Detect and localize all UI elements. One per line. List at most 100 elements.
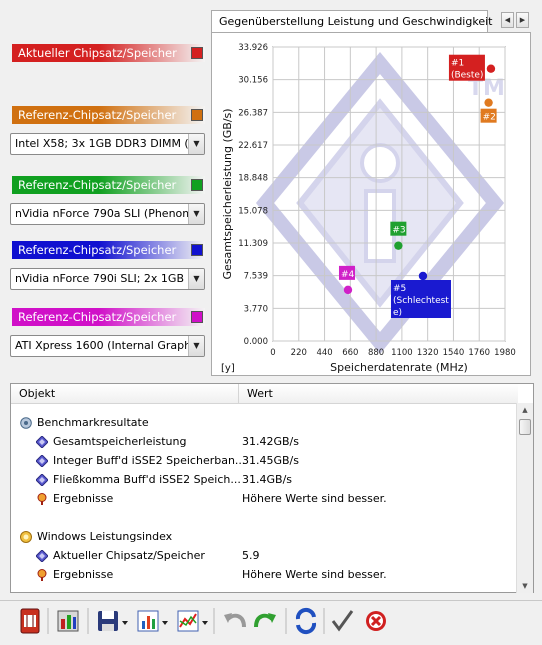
select-value: ATI Xpress 1600 (Internal Graphic bbox=[15, 339, 201, 352]
data-point-2[interactable] bbox=[484, 98, 493, 107]
legend-swatch bbox=[191, 109, 203, 121]
y-tick-label: 33.926 bbox=[238, 43, 268, 53]
table-row[interactable]: Aktueller Chipsatz/Speicher 5.9 bbox=[11, 546, 516, 565]
diamond-icon bbox=[35, 454, 49, 468]
y-tick-label: 30.156 bbox=[238, 76, 268, 86]
x-tick-label: 220 bbox=[291, 348, 307, 358]
scatter-chart: TM0.0003.7707.53911.30915.07818.84822.61… bbox=[221, 43, 516, 374]
refresh-icon[interactable] bbox=[295, 607, 317, 635]
row-object: Gesamtspeicherleistung bbox=[53, 435, 187, 448]
data-point-label: #4 bbox=[341, 270, 355, 280]
data-point-label: #3 bbox=[392, 226, 405, 236]
row-object: Ergebnisse bbox=[53, 568, 114, 581]
column-header-value[interactable]: Wert bbox=[239, 384, 518, 404]
chevron-down-icon[interactable]: ▼ bbox=[188, 336, 204, 356]
tab-performance-speed[interactable]: Gegenüberstellung Leistung und Geschwind… bbox=[211, 10, 492, 33]
column-header-object[interactable]: Objekt bbox=[11, 384, 239, 404]
data-point-1[interactable] bbox=[486, 64, 496, 73]
windows-index-icon bbox=[20, 530, 32, 543]
y-tick-label: 7.539 bbox=[244, 272, 268, 282]
result-icon bbox=[36, 492, 48, 505]
save-icon[interactable] bbox=[98, 611, 128, 631]
table-row[interactable]: Ergebnisse Höhere Werte sind besser. bbox=[11, 565, 516, 584]
chevron-down-icon[interactable]: ▼ bbox=[188, 269, 204, 289]
results-list: Objekt Wert Benchmarkresultate Gesamtspei… bbox=[10, 383, 534, 593]
row-object: Fließkomma Buff'd iSSE2 Speich... bbox=[53, 473, 241, 486]
y-unit-marker: [y] bbox=[221, 363, 235, 374]
legend-item-1: Referenz-Chipsatz/Speicher bbox=[12, 106, 205, 124]
tab-next-button[interactable]: ▶ bbox=[516, 12, 529, 28]
legend-swatch bbox=[191, 244, 203, 256]
tab-prev-button[interactable]: ◀ bbox=[501, 12, 514, 28]
data-point-5[interactable] bbox=[418, 271, 428, 281]
x-tick-label: 880 bbox=[368, 348, 384, 358]
reference-select-4[interactable]: ATI Xpress 1600 (Internal Graphic ▼ bbox=[10, 335, 205, 357]
data-point-3[interactable] bbox=[394, 241, 403, 250]
row-value: 5.9 bbox=[242, 549, 260, 562]
reference-select-2[interactable]: nVidia nForce 790a SLI (Phenom ▼ bbox=[10, 203, 205, 225]
x-tick-label: 1320 bbox=[417, 348, 439, 358]
data-point-label: (Beste) bbox=[451, 71, 484, 81]
select-value: Intel X58; 3x 1GB DDR3 DIMM (1... bbox=[15, 137, 205, 150]
scroll-thumb[interactable] bbox=[519, 419, 531, 435]
table-row[interactable]: Windows Leistungsindex bbox=[11, 527, 516, 546]
y-tick-label: 3.770 bbox=[244, 304, 268, 314]
y-tick-label: 15.078 bbox=[238, 206, 268, 216]
bottom-toolbar bbox=[0, 600, 542, 642]
legend-item-4: Referenz-Chipsatz/Speicher bbox=[12, 308, 205, 326]
row-value: Höhere Werte sind besser. bbox=[242, 492, 387, 505]
x-tick-label: 1100 bbox=[391, 348, 413, 358]
diamond-icon bbox=[35, 435, 49, 449]
reference-select-1[interactable]: Intel X58; 3x 1GB DDR3 DIMM (1... ▼ bbox=[10, 133, 205, 155]
data-point-label: #5 bbox=[393, 284, 406, 294]
table-row[interactable]: Fließkomma Buff'd iSSE2 Speich... 31.4GB/… bbox=[11, 470, 516, 489]
select-value: nVidia nForce 790a SLI (Phenom bbox=[15, 207, 193, 220]
toolbar-icons bbox=[20, 607, 386, 635]
cancel-icon[interactable] bbox=[366, 611, 386, 631]
y-tick-label: 11.309 bbox=[238, 239, 268, 249]
data-point-label: #1 bbox=[451, 59, 464, 69]
x-axis-label: Speicherdatenrate (MHz) bbox=[330, 361, 468, 374]
reference-select-3[interactable]: nVidia nForce 790i SLI; 2x 1GB DD ▼ bbox=[10, 268, 205, 290]
legend-label: Aktueller Chipsatz/Speicher bbox=[18, 46, 177, 60]
row-object: Benchmarkresultate bbox=[37, 416, 149, 429]
row-value: 31.4GB/s bbox=[242, 473, 292, 486]
benchmark-icon bbox=[20, 416, 32, 429]
redo-icon[interactable] bbox=[254, 613, 276, 628]
y-tick-label: 22.617 bbox=[238, 141, 268, 151]
legend-swatch bbox=[191, 47, 203, 59]
y-tick-label: 26.387 bbox=[238, 108, 268, 118]
chart-tabbar: Gegenüberstellung Leistung und Geschwind… bbox=[211, 10, 531, 33]
table-row[interactable]: Ergebnisse Höhere Werte sind besser. bbox=[11, 489, 516, 508]
legend-item-0: Aktueller Chipsatz/Speicher bbox=[12, 44, 205, 62]
chevron-down-icon[interactable]: ▼ bbox=[188, 204, 204, 224]
row-value: Höhere Werte sind besser. bbox=[242, 568, 387, 581]
table-row[interactable]: Benchmarkresultate bbox=[11, 413, 516, 432]
table-row[interactable]: Integer Buff'd iSSE2 Speicherban... 31.45… bbox=[11, 451, 516, 470]
y-tick-label: 0.000 bbox=[244, 337, 268, 347]
table-row[interactable]: Gesamtspeicherleistung 31.42GB/s bbox=[11, 432, 516, 451]
x-tick-label: 440 bbox=[316, 348, 332, 358]
scroll-down-icon[interactable]: ▼ bbox=[517, 579, 533, 593]
chevron-down-icon[interactable]: ▼ bbox=[188, 134, 204, 154]
data-point-4[interactable] bbox=[343, 285, 353, 295]
y-axis-label: Gesamtspeicherleistung (GB/s) bbox=[221, 108, 234, 279]
x-tick-label: 1760 bbox=[468, 348, 490, 358]
row-object: Windows Leistungsindex bbox=[37, 530, 173, 543]
x-tick-label: 1980 bbox=[494, 348, 516, 358]
chart-line-icon[interactable] bbox=[177, 610, 208, 632]
row-value: 31.45GB/s bbox=[242, 454, 299, 467]
ok-icon[interactable] bbox=[331, 610, 354, 632]
x-tick-label: 1540 bbox=[443, 348, 465, 358]
undo-icon[interactable] bbox=[224, 613, 246, 628]
row-value: 31.42GB/s bbox=[242, 435, 299, 448]
legend-item-3: Referenz-Chipsatz/Speicher bbox=[12, 241, 205, 259]
compare-icon[interactable] bbox=[57, 610, 79, 632]
chart-bar-icon[interactable] bbox=[137, 610, 168, 632]
vertical-scrollbar[interactable]: ▲ ▼ bbox=[516, 403, 533, 593]
report-icon[interactable] bbox=[20, 608, 40, 634]
scroll-up-icon[interactable]: ▲ bbox=[517, 403, 533, 417]
watermark-dot bbox=[360, 143, 400, 183]
legend-label: Referenz-Chipsatz/Speicher bbox=[18, 243, 177, 257]
legend-label: Referenz-Chipsatz/Speicher bbox=[18, 108, 177, 122]
